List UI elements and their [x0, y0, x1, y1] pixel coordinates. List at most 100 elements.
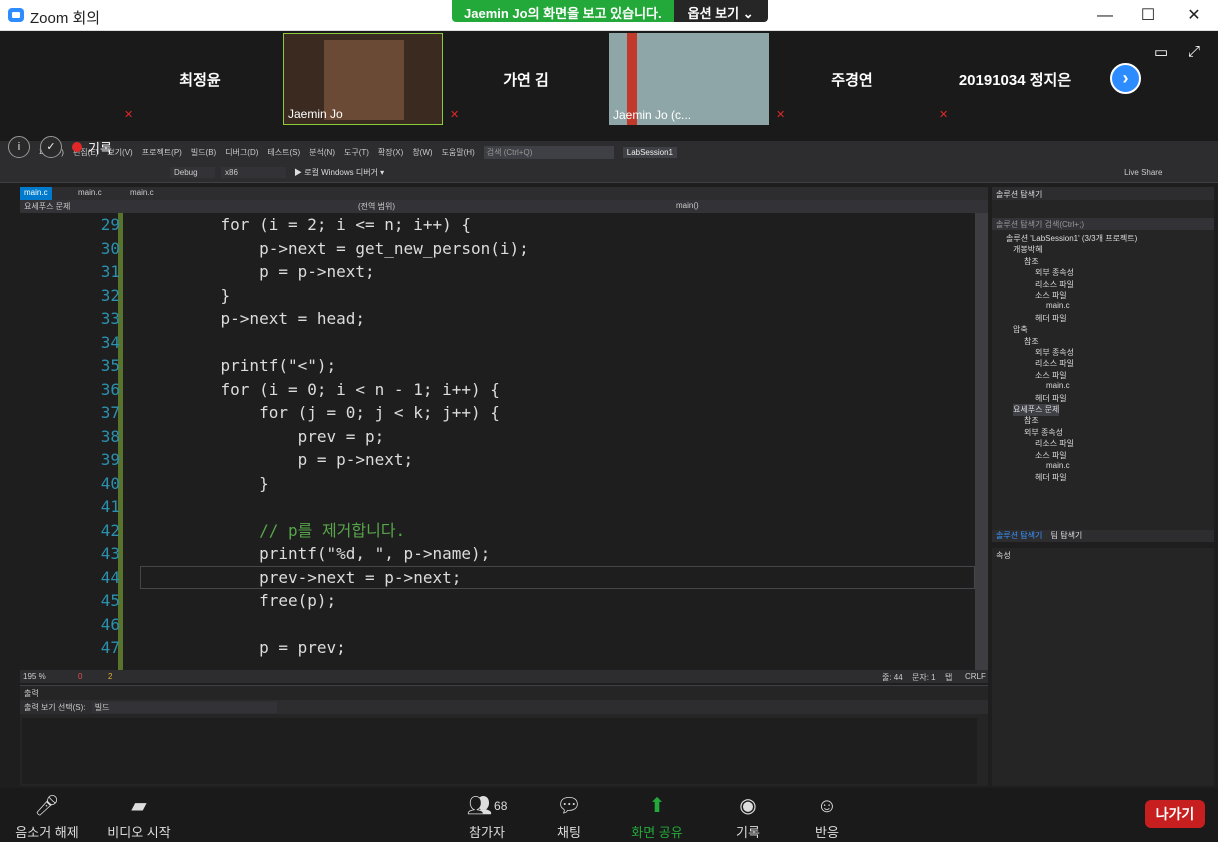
menu-item[interactable]: 확장(X) — [378, 147, 403, 158]
code-line: 34 — [20, 331, 975, 355]
vs-toolbar: Debug x86 ▶ 로컬 Windows 디버거 ▾ Live Share — [0, 163, 1218, 183]
solution-explorer: 솔루션 탐색기 솔루션 탐색기 검색(Ctrl+;) 솔루션 'LabSessi… — [992, 187, 1214, 542]
unmute-button[interactable]: 🎤︎ 음소거 해제 — [14, 794, 80, 841]
security-shield-icon[interactable]: ✓ — [40, 136, 62, 158]
tree-item[interactable]: main.c — [1046, 381, 1070, 393]
close-button[interactable]: ✕ — [1171, 0, 1217, 31]
tree-item[interactable]: 소스 파일 — [1035, 370, 1067, 382]
output-panel: 출력 출력 보기 선택(S): 빌드 — [20, 685, 988, 786]
tab-main-c[interactable]: main.c — [74, 187, 106, 200]
menu-item[interactable]: 빌드(B) — [191, 147, 216, 158]
view-options-button[interactable]: 옵션 보기 ⌄ — [673, 0, 768, 22]
config-select[interactable]: Debug — [170, 167, 215, 178]
output-source-select[interactable]: 빌드 — [91, 702, 277, 713]
solution-root[interactable]: 솔루션 'LabSession1' (3/3개 프로젝트) — [1006, 233, 1137, 245]
participant-name: 최정윤 — [179, 72, 221, 89]
properties-panel: 속성 — [992, 548, 1214, 786]
tree-item[interactable]: 개봉박혜 — [1013, 244, 1042, 256]
tree-item[interactable]: 리소스 파일 — [1035, 358, 1074, 370]
layout-icon[interactable]: ▭ — [1154, 43, 1168, 61]
line-number: 31 — [100, 262, 120, 281]
start-video-button[interactable]: ▰ 비디오 시작 — [106, 794, 172, 841]
participant-name: 가연 김 — [503, 72, 549, 89]
tree-item[interactable]: 외부 종속성 — [1024, 427, 1063, 439]
menu-item[interactable]: 프로젝트(P) — [142, 147, 182, 158]
code-line: 35 printf("<"); — [20, 354, 975, 378]
tree-item[interactable]: 참조 — [1024, 415, 1039, 427]
tree-item[interactable]: 리소스 파일 — [1035, 279, 1074, 291]
menu-item[interactable]: 분석(N) — [309, 147, 335, 158]
participants-button[interactable]: 👥︎ 68 참가자 — [462, 794, 512, 841]
nav-project-select[interactable]: 요세푸스 문제 — [24, 201, 70, 212]
tree-item[interactable]: 소스 파일 — [1035, 450, 1067, 462]
tree-item[interactable]: 외부 종속성 — [1035, 267, 1074, 279]
code-line: 46 — [20, 613, 975, 637]
solution-search-input[interactable]: 솔루션 탐색기 검색(Ctrl+;) — [992, 218, 1214, 230]
muted-mic-icon: ✕ — [939, 109, 949, 121]
record-button[interactable]: ◉ 기록 — [733, 794, 763, 841]
output-text-area[interactable] — [22, 718, 977, 784]
tree-item[interactable]: 압축 — [1013, 324, 1028, 336]
code-line: 45 free(p); — [20, 589, 975, 613]
recording-label: 기록 — [88, 140, 112, 156]
tree-item[interactable]: 소스 파일 — [1035, 290, 1067, 302]
line-number: 36 — [100, 379, 120, 399]
editor-scrollbar[interactable] — [975, 213, 988, 670]
code-line: 42 // p를 제거합니다. — [20, 519, 975, 543]
fullscreen-icon[interactable]: ⤢ — [1188, 43, 1200, 60]
tree-item[interactable]: 리소스 파일 — [1035, 438, 1074, 450]
menu-item[interactable]: 디버그(D) — [225, 147, 258, 158]
maximize-button[interactable]: ☐ — [1125, 0, 1171, 31]
menu-item[interactable]: 창(W) — [412, 147, 432, 158]
tree-item[interactable]: 요세푸스 문제 — [1013, 404, 1060, 416]
minimize-button[interactable]: — — [1082, 0, 1128, 31]
menu-item[interactable]: 도움말(H) — [442, 147, 475, 158]
code-editor[interactable]: 29 for (i = 2; i <= n; i++) {30 p->next … — [20, 213, 988, 670]
code-line: 29 for (i = 2; i <= n; i++) { — [20, 213, 975, 237]
participant-tile[interactable]: 20191034 정지은 ✕ — [935, 33, 1095, 125]
code-text: for (i = 2; i <= n; i++) { — [182, 215, 471, 234]
leave-meeting-button[interactable]: 나가기 — [1145, 800, 1205, 828]
tab-main-c-active[interactable]: main.c — [20, 187, 52, 200]
window-title: Zoom 회의 — [30, 10, 101, 27]
platform-select[interactable]: x86 — [221, 167, 286, 178]
next-page-button[interactable]: › — [1110, 63, 1141, 94]
share-screen-button[interactable]: ⬆ 화면 공유 — [628, 794, 686, 841]
tab-team-explorer[interactable]: 팀 탐색기 — [1051, 531, 1083, 540]
nav-scope-select[interactable]: (전역 범위) — [358, 201, 395, 212]
tree-item[interactable]: 외부 종속성 — [1035, 347, 1074, 359]
chat-button[interactable]: 💬︎ 채팅 — [552, 794, 586, 841]
tree-item[interactable]: 참조 — [1024, 336, 1039, 348]
participant-tile-video[interactable]: Jaemin Jo (c... — [609, 33, 769, 125]
tree-item[interactable]: 참조 — [1024, 256, 1039, 268]
output-title: 출력 — [24, 689, 39, 698]
nav-function-select[interactable]: main() — [676, 201, 699, 210]
menu-item[interactable]: 테스트(S) — [267, 147, 300, 158]
info-icon[interactable]: i — [8, 136, 30, 158]
warning-count[interactable]: 2 — [108, 672, 112, 681]
menu-item[interactable]: 도구(T) — [344, 147, 369, 158]
vs-solution-name: LabSession1 — [622, 146, 678, 158]
participant-name: Jaemin Jo — [288, 107, 343, 121]
live-share-button[interactable]: Live Share — [1124, 168, 1162, 177]
tree-item[interactable]: 헤더 파일 — [1035, 313, 1067, 325]
code-line: 38 prev = p; — [20, 425, 975, 449]
line-number: 32 — [100, 285, 120, 305]
editor-navbar: 요세푸스 문제 (전역 범위) main() — [20, 200, 988, 213]
tab-solution-explorer[interactable]: 솔루션 탐색기 — [996, 531, 1042, 540]
participant-tile-video[interactable]: Jaemin Jo — [283, 33, 443, 125]
run-debugger-button[interactable]: ▶ 로컬 Windows 디버거 ▾ — [294, 167, 384, 178]
tree-item[interactable]: 헤더 파일 — [1035, 472, 1067, 484]
participant-tile[interactable]: 주경연 ✕ — [772, 33, 932, 125]
line-number-status: 줄: 44 — [882, 673, 903, 682]
tree-item[interactable]: main.c — [1046, 461, 1070, 473]
error-count[interactable]: 0 — [78, 672, 82, 681]
participant-tile[interactable]: 최정윤 ✕ — [120, 33, 280, 125]
tab-main-c[interactable]: main.c — [126, 187, 158, 200]
tree-item[interactable]: main.c — [1046, 301, 1070, 313]
tree-item[interactable]: 헤더 파일 — [1035, 393, 1067, 405]
participant-tile[interactable]: 가연 김 ✕ — [446, 33, 606, 125]
vs-search-input[interactable]: 검색 (Ctrl+Q) — [483, 145, 614, 159]
zoom-level[interactable]: 195 % — [23, 672, 46, 681]
reactions-button[interactable]: ☺ 반응 — [812, 794, 842, 841]
